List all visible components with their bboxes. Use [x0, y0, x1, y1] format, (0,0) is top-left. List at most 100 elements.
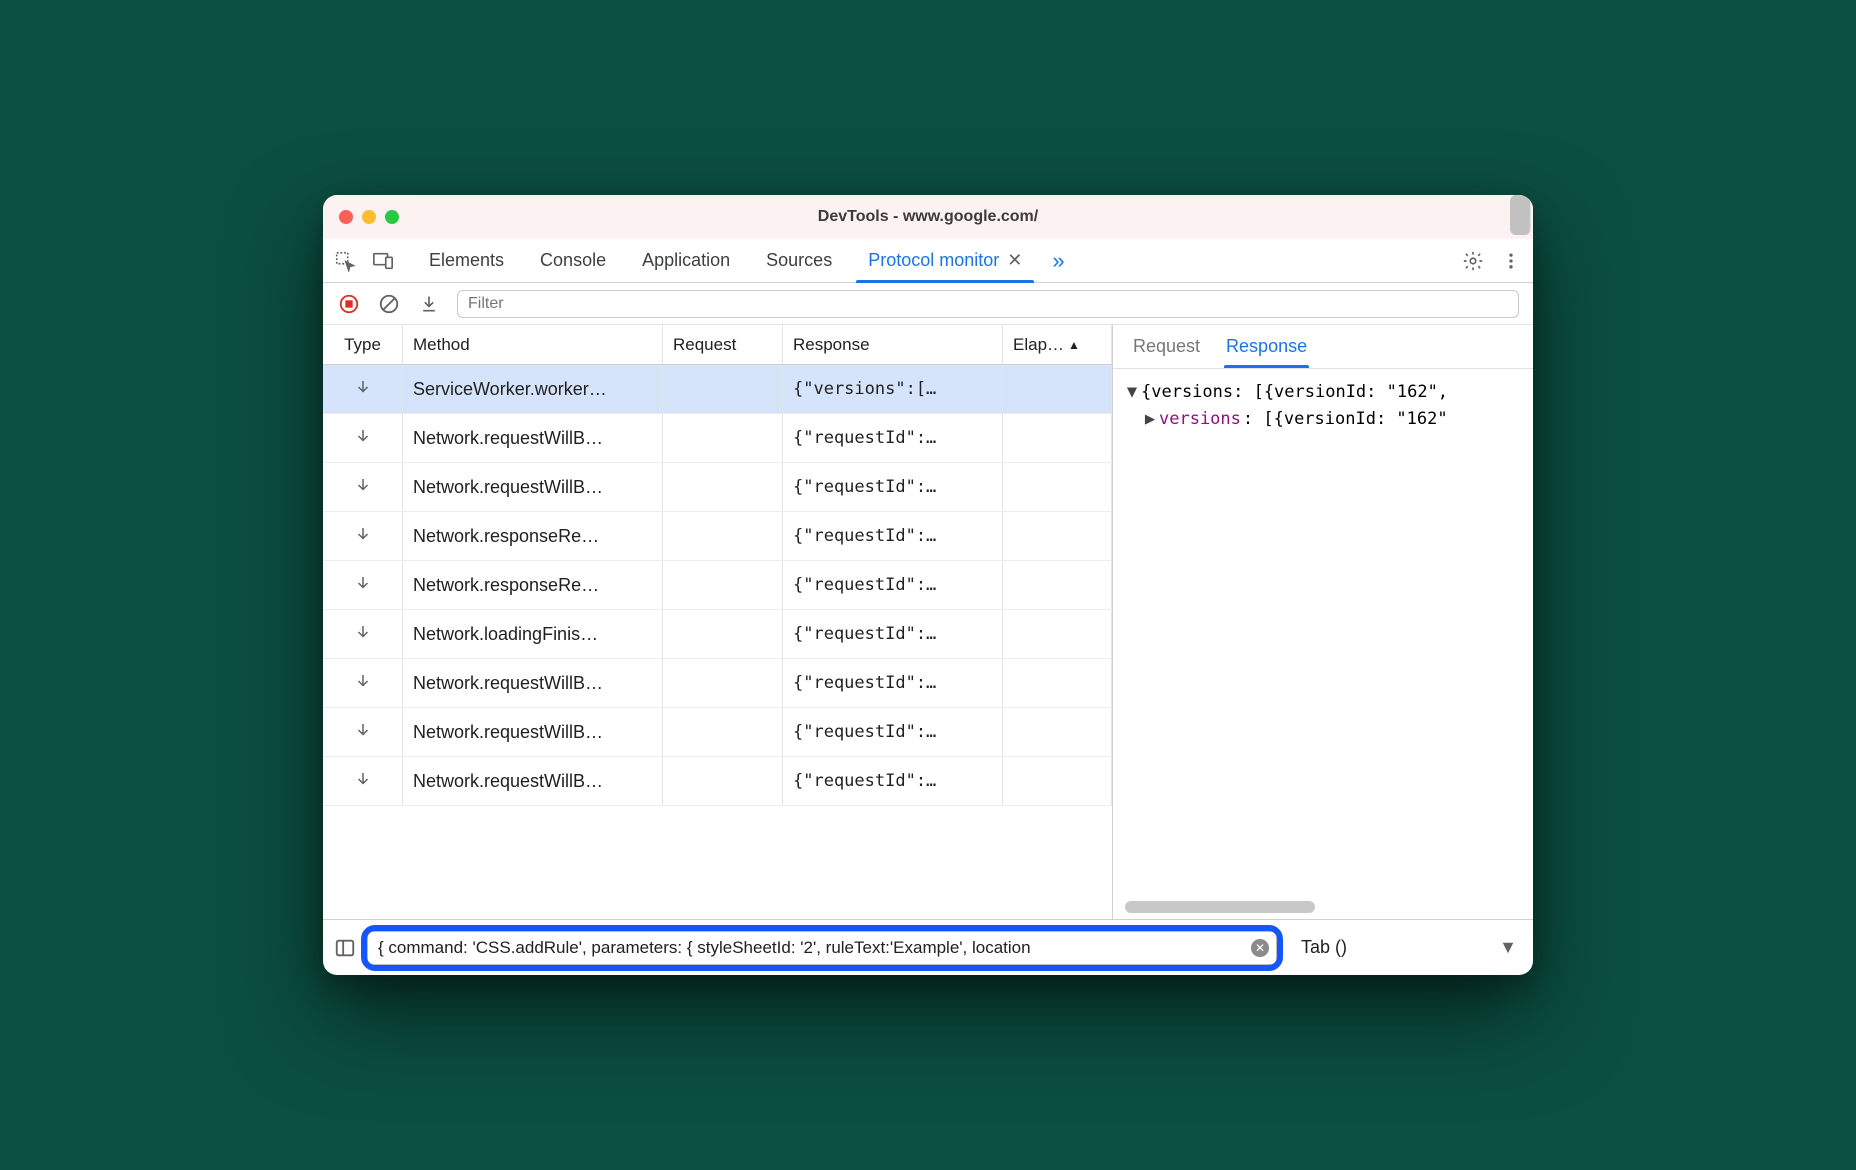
method-cell: Network.loadingFinis…	[403, 610, 663, 658]
tab-protocol-monitor[interactable]: Protocol monitor ✕	[850, 239, 1040, 282]
more-options-icon[interactable]	[1499, 249, 1523, 273]
details-tab-request[interactable]: Request	[1131, 326, 1202, 367]
more-tabs-button[interactable]: »	[1040, 239, 1076, 282]
column-header-request[interactable]: Request	[663, 325, 783, 364]
tab-elements[interactable]: Elements	[411, 239, 522, 282]
settings-gear-icon[interactable]	[1461, 249, 1485, 273]
column-header-method[interactable]: Method	[403, 325, 663, 364]
record-button-icon[interactable]	[337, 292, 361, 316]
tree-child-line[interactable]: ▶ versions: [{versionId: "162"	[1125, 406, 1521, 433]
direction-cell	[323, 659, 403, 707]
response-cell: {"requestId":…	[783, 512, 1003, 560]
response-cell: {"requestId":…	[783, 708, 1003, 756]
request-cell	[663, 610, 783, 658]
direction-cell	[323, 757, 403, 805]
sort-ascending-icon: ▲	[1068, 338, 1080, 352]
arrow-down-icon	[354, 623, 372, 646]
tab-label: Elements	[429, 250, 504, 271]
table-header-row: Type Method Request Response Elap… ▲	[323, 325, 1112, 365]
tab-sources[interactable]: Sources	[748, 239, 850, 282]
request-cell	[663, 414, 783, 462]
request-cell	[663, 757, 783, 805]
download-button-icon[interactable]	[417, 292, 441, 316]
response-cell: {"requestId":…	[783, 463, 1003, 511]
chevron-down-icon[interactable]: ▼	[1499, 937, 1517, 958]
table-body: ServiceWorker.worker…{"versions":[…Netwo…	[323, 365, 1112, 919]
clear-button-icon[interactable]	[377, 292, 401, 316]
method-cell: Network.requestWillB…	[403, 414, 663, 462]
table-row[interactable]: Network.requestWillB… {"requestId":…	[323, 414, 1112, 463]
inspect-element-icon[interactable]	[333, 249, 357, 273]
toggle-device-toolbar-icon[interactable]	[371, 249, 395, 273]
request-cell	[663, 708, 783, 756]
request-cell	[663, 512, 783, 560]
arrow-down-icon	[354, 721, 372, 744]
method-cell: Network.requestWillB…	[403, 708, 663, 756]
tab-application[interactable]: Application	[624, 239, 748, 282]
chevron-down-icon[interactable]: ▼	[1125, 379, 1139, 406]
arrow-down-icon	[354, 672, 372, 695]
elapsed-cell	[1003, 512, 1112, 560]
column-header-elapsed[interactable]: Elap… ▲	[1003, 325, 1112, 364]
column-header-response[interactable]: Response	[783, 325, 1003, 364]
details-tabs: Request Response	[1113, 325, 1533, 369]
response-tree: ▼ {versions: [{versionId: "162", ▶ versi…	[1113, 369, 1533, 443]
protocol-toolbar	[323, 283, 1533, 325]
tab-label: Protocol monitor	[868, 250, 999, 271]
scrollbar-thumb[interactable]	[1125, 901, 1315, 913]
elapsed-cell	[1003, 365, 1112, 413]
table-row[interactable]: Network.requestWillB…{"requestId":…	[323, 463, 1112, 512]
details-tab-response[interactable]: Response	[1224, 326, 1309, 367]
arrow-down-icon	[354, 770, 372, 793]
response-cell: {"requestId":…	[783, 414, 1003, 462]
traffic-lights	[339, 210, 399, 224]
direction-cell	[323, 414, 403, 462]
request-cell	[663, 365, 783, 413]
direction-cell	[323, 365, 403, 413]
response-cell: {"requestId":…	[783, 561, 1003, 609]
chevron-right-icon[interactable]: ▶	[1143, 406, 1157, 433]
tab-console[interactable]: Console	[522, 239, 624, 282]
elapsed-cell	[1003, 757, 1112, 805]
command-input-wrap: { command: 'CSS.addRule', parameters: { …	[367, 931, 1277, 965]
table-row[interactable]: Network.responseRe…{"requestId":…	[323, 512, 1112, 561]
table-row[interactable]: Network.responseRe…{"requestId":…	[323, 561, 1112, 610]
close-window-button[interactable]	[339, 210, 353, 224]
table-row[interactable]: Network.loadingFinis… {"requestId":…	[323, 610, 1112, 659]
message-table-pane: Type Method Request Response Elap… ▲ Ser…	[323, 325, 1113, 919]
drawer-tab-label[interactable]: Tab ()	[1301, 937, 1347, 958]
details-pane: Request Response ▼ {versions: [{versionI…	[1113, 325, 1533, 919]
elapsed-cell	[1003, 561, 1112, 609]
drawer-bar: { command: 'CSS.addRule', parameters: { …	[323, 919, 1533, 975]
method-cell: Network.requestWillB…	[403, 757, 663, 805]
horizontal-scrollbar[interactable]	[1125, 901, 1521, 913]
arrow-down-icon	[354, 427, 372, 450]
direction-cell	[323, 463, 403, 511]
command-input[interactable]: { command: 'CSS.addRule', parameters: { …	[367, 931, 1277, 965]
maximize-window-button[interactable]	[385, 210, 399, 224]
tab-label: Console	[540, 250, 606, 271]
filter-input[interactable]	[457, 290, 1519, 318]
table-row[interactable]: Network.requestWillB… {"requestId":…	[323, 757, 1112, 806]
elapsed-cell	[1003, 610, 1112, 658]
table-row[interactable]: Network.requestWillB… {"requestId":…	[323, 708, 1112, 757]
request-cell	[663, 463, 783, 511]
panel-tab-row: Elements Console Application Sources Pro…	[323, 239, 1533, 283]
close-tab-icon[interactable]: ✕	[1007, 250, 1022, 271]
elapsed-cell	[1003, 463, 1112, 511]
table-row[interactable]: Network.requestWillB…{"requestId":…	[323, 659, 1112, 708]
direction-cell	[323, 561, 403, 609]
arrow-down-icon	[354, 476, 372, 499]
toggle-drawer-icon[interactable]	[333, 936, 357, 960]
table-row[interactable]: ServiceWorker.worker…{"versions":[…	[323, 365, 1112, 414]
method-cell: ServiceWorker.worker…	[403, 365, 663, 413]
tab-label: Application	[642, 250, 730, 271]
tree-root-line[interactable]: ▼ {versions: [{versionId: "162",	[1125, 379, 1521, 406]
clear-input-icon[interactable]: ✕	[1251, 939, 1269, 957]
scrollbar-thumb[interactable]	[1510, 195, 1531, 235]
response-cell: {"requestId":…	[783, 610, 1003, 658]
minimize-window-button[interactable]	[362, 210, 376, 224]
response-cell: {"requestId":…	[783, 757, 1003, 805]
column-header-type[interactable]: Type	[323, 325, 403, 364]
title-bar: DevTools - www.google.com/	[323, 195, 1533, 239]
